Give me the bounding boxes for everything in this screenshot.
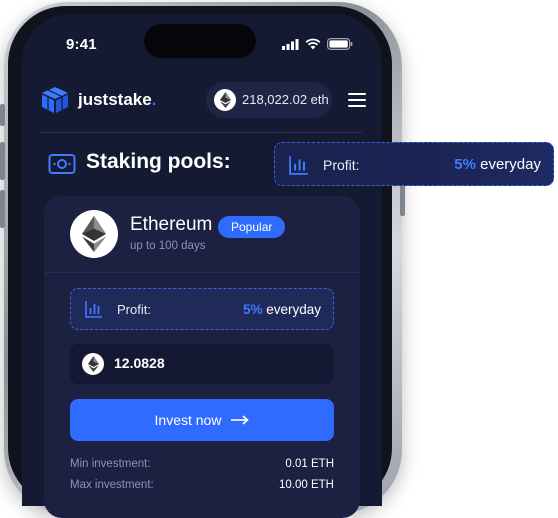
brand-dot: . — [151, 90, 157, 109]
brand-name[interactable]: juststake. — [78, 90, 156, 110]
amount-value: 12.0828 — [114, 355, 165, 371]
max-investment-value: 10.00 ETH — [279, 479, 334, 491]
invest-now-label: Invest now — [154, 412, 222, 428]
signal-icon — [282, 38, 299, 50]
min-investment-value: 0.01 ETH — [285, 458, 334, 470]
profit-percent: 5% — [242, 302, 263, 317]
wifi-icon — [305, 38, 321, 50]
callout-period: everyday — [475, 156, 541, 173]
status-icons — [282, 38, 353, 50]
popular-badge: Popular — [218, 216, 286, 238]
brand-text: juststake — [78, 90, 152, 109]
hamburger-menu-icon[interactable] — [348, 93, 366, 107]
amount-input[interactable]: 12.0828 — [70, 344, 334, 384]
profit-value: 5% everyday — [243, 302, 321, 317]
battery-icon — [327, 38, 353, 50]
bar-chart-icon — [85, 301, 102, 318]
arrow-right-icon — [231, 415, 250, 425]
wallet-icon — [48, 154, 76, 174]
profit-period: everyday — [262, 302, 321, 317]
profit-callout: Profit: 5% everyday — [274, 142, 554, 186]
balance-amount: 218,022.02 eth — [242, 92, 329, 107]
dynamic-island — [144, 24, 256, 58]
mute-switch — [0, 104, 5, 126]
ethereum-icon — [214, 89, 236, 111]
profit-box: Profit: 5% everyday — [70, 288, 334, 330]
profit-label: Profit: — [117, 302, 151, 317]
status-time: 9:41 — [66, 36, 97, 53]
callout-value: 5% everyday — [454, 156, 541, 173]
ethereum-icon — [82, 353, 104, 375]
page-title: Staking pools: — [86, 150, 231, 173]
pool-duration: up to 100 days — [130, 240, 206, 252]
invest-now-button[interactable]: Invest now — [70, 399, 334, 441]
header-divider — [40, 132, 362, 133]
pool-name: Ethereum — [130, 214, 213, 235]
pool-card: Ethereum Popular up to 100 days Profit: … — [44, 196, 360, 518]
callout-percent: 5% — [454, 156, 476, 173]
balance-pill[interactable]: 218,022.02 eth — [206, 82, 332, 118]
volume-down-button — [0, 190, 5, 228]
callout-label: Profit: — [323, 157, 360, 173]
ethereum-coin-icon — [70, 210, 118, 258]
stage: 9:41 juststake. 218,022.02 eth Staking p… — [0, 0, 558, 518]
volume-up-button — [0, 142, 5, 180]
card-divider — [44, 272, 360, 273]
cube-logo-icon — [42, 87, 68, 113]
bar-chart-icon — [289, 156, 308, 175]
min-investment-label: Min investment: — [70, 458, 151, 470]
max-investment-label: Max investment: — [70, 479, 154, 491]
